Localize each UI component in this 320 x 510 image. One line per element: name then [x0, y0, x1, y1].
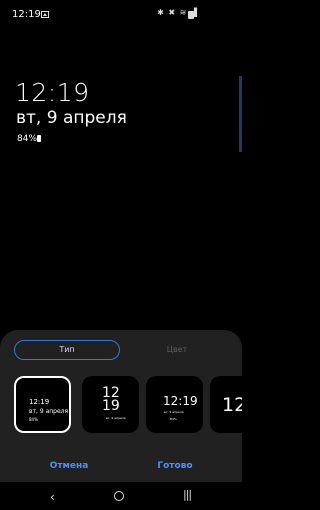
- clock-style-option-1[interactable]: 12:19 вт, 9 апреля 84%: [14, 376, 71, 433]
- thumb-battery: 84%: [29, 417, 38, 422]
- gallery-notification-icon: [41, 11, 49, 18]
- thumb-time: 12:19: [163, 394, 198, 408]
- thumb-time: 12: [222, 394, 242, 416]
- home-icon[interactable]: [114, 491, 124, 501]
- status-bar: 12:19 ✱ ✖ ≋ ▐: [0, 0, 242, 32]
- thumb-date: вт, 9 апреля: [106, 416, 126, 420]
- clock-style-option-2[interactable]: 12 19 вт, 9 апреля: [82, 376, 139, 433]
- thumb-date: вт, 9 апреля: [164, 410, 184, 414]
- thumb-minute: 19: [102, 398, 120, 414]
- aod-clock-time: 12:19: [15, 78, 90, 107]
- aod-battery-icon: [37, 135, 41, 142]
- clock-style-option-3[interactable]: 12:19 вт, 9 апреля 84%: [146, 376, 203, 433]
- status-time: 12:19: [12, 9, 41, 20]
- done-button[interactable]: Готово: [140, 457, 210, 475]
- navigation-bar: ‹ |||: [0, 482, 242, 510]
- tab-color[interactable]: Цвет: [124, 340, 230, 360]
- battery-icon: [188, 11, 194, 19]
- tab-type[interactable]: Тип: [14, 340, 120, 360]
- thumb-battery: 84%: [170, 417, 177, 421]
- clock-style-option-4[interactable]: 12: [210, 376, 242, 433]
- aod-battery-percent: 84%: [17, 134, 38, 144]
- aod-date: вт, 9 апреля: [16, 108, 127, 128]
- back-icon[interactable]: ‹: [50, 490, 55, 504]
- recents-icon[interactable]: |||: [183, 488, 192, 501]
- thumb-time: 12:19: [29, 398, 50, 406]
- cancel-button[interactable]: Отмена: [34, 457, 104, 475]
- thumb-date: вт, 9 апреля: [29, 408, 69, 415]
- edge-panel-handle[interactable]: [239, 76, 242, 152]
